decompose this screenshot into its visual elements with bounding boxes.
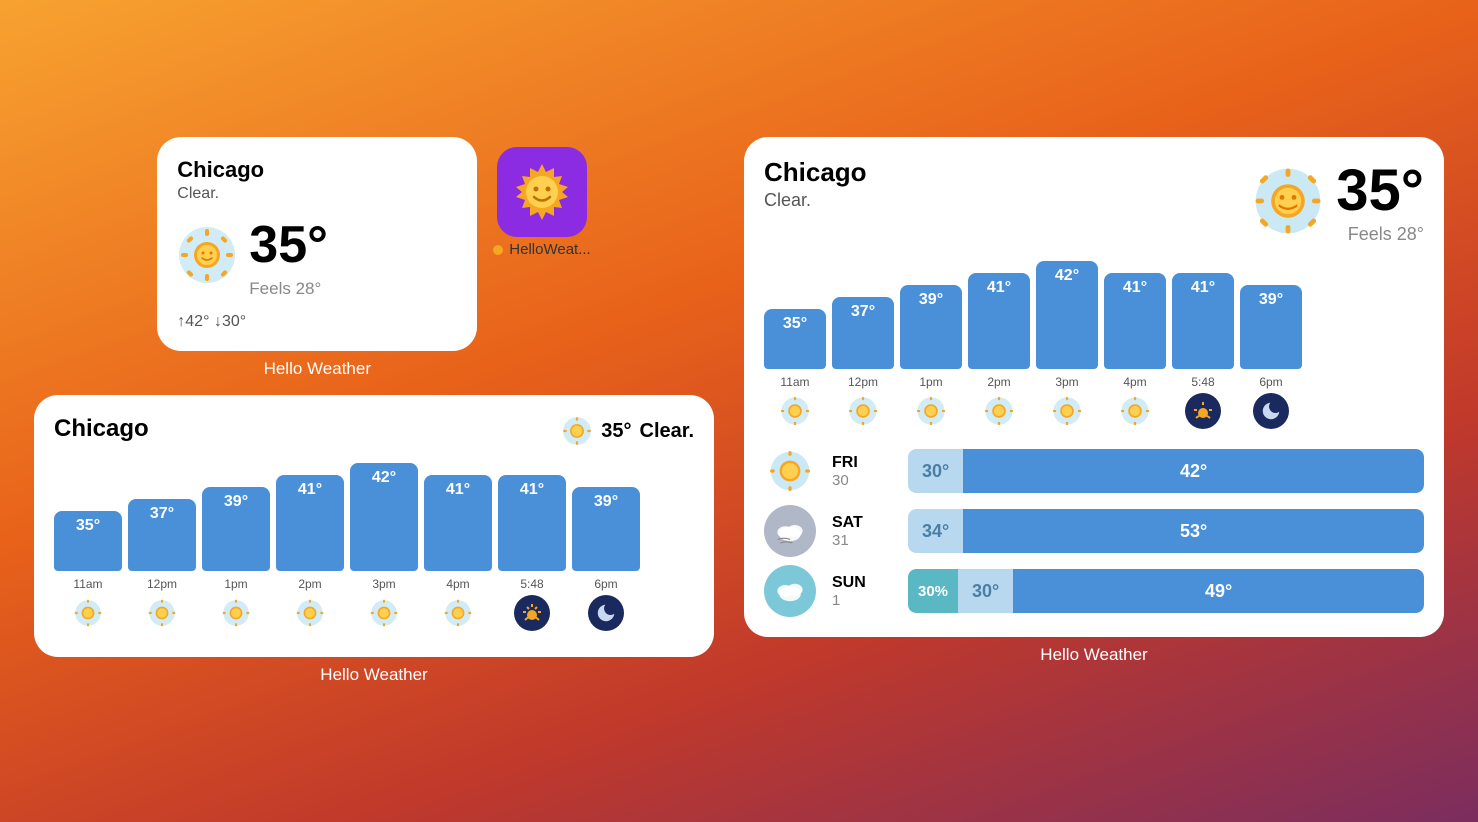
medium-widget-label: Hello Weather <box>320 665 427 685</box>
forecast-section: FRI 30 30° 42° <box>764 445 1424 617</box>
large-bar-548: 41° <box>1172 273 1234 369</box>
large-bar-6pm: 39° <box>1240 285 1302 369</box>
large-widget-label: Hello Weather <box>1040 645 1147 665</box>
large-icon-moon <box>1253 393 1289 429</box>
large-bar-4pm: 41° <box>1104 273 1166 369</box>
large-bar-12pm: 37° <box>832 297 894 369</box>
medium-city-name: Chicago <box>54 415 149 443</box>
bar-12pm: 37° <box>128 499 196 571</box>
medium-widget-card: Chicago <box>34 395 714 657</box>
forecast-sat-bar: 34° 53° <box>908 509 1424 553</box>
forecast-sun-bar: 30% 30° 49° <box>908 569 1424 613</box>
large-header-right: 35° Feels 28° <box>1252 157 1424 245</box>
large-icon-sunset <box>1185 393 1221 429</box>
forecast-sat-icon <box>764 505 816 557</box>
forecast-fri: FRI 30 30° 42° <box>764 445 1424 497</box>
forecast-sat-high: 53° <box>963 509 1424 553</box>
large-bar-chart: 35° 11am 37° 12pm 39° 1pm <box>764 261 1424 429</box>
small-temp: 35° <box>249 215 328 275</box>
medium-weather-widget: Chicago <box>34 395 714 685</box>
small-widget-label: Hello Weather <box>264 359 371 379</box>
large-widget-card: Chicago Clear. <box>744 137 1444 637</box>
icon-sunset <box>514 595 550 631</box>
forecast-sat-low: 34° <box>908 509 963 553</box>
bar-6pm: 39° <box>572 487 640 571</box>
large-icon-1pm <box>913 393 949 429</box>
large-icon-12pm <box>845 393 881 429</box>
medium-bar-chart: 35° 11am 37° 12pm <box>54 463 694 631</box>
large-bar-2pm: 41° <box>968 273 1030 369</box>
large-bar-3pm: 42° <box>1036 261 1098 369</box>
medium-header-right: 35° Clear. <box>561 415 694 447</box>
small-weather-widget: Chicago Clear. <box>157 137 477 379</box>
icon-12pm <box>144 595 180 631</box>
right-column: Chicago Clear. <box>744 137 1444 665</box>
forecast-fri-icon <box>764 445 816 497</box>
icon-moon <box>588 595 624 631</box>
left-column: Chicago Clear. <box>34 137 714 685</box>
forecast-sun-day: SUN 1 <box>832 574 892 609</box>
app-name-label: HelloWeat... <box>509 241 590 258</box>
bar-11am: 35° <box>54 511 122 571</box>
app-dot <box>493 245 503 255</box>
icon-2pm <box>292 595 328 631</box>
small-feels: Feels 28° <box>249 279 328 299</box>
forecast-sat-day: SAT 31 <box>832 514 892 549</box>
bar-548: 41° <box>498 475 566 571</box>
forecast-sun-precip: 30% <box>908 569 958 613</box>
app-icon-section: HelloWeat... <box>493 147 590 258</box>
small-widget-card: Chicago Clear. <box>157 137 477 351</box>
icon-1pm <box>218 595 254 631</box>
bar-1pm: 39° <box>202 487 270 571</box>
forecast-sun: SUN 1 30% 30° 49° <box>764 565 1424 617</box>
main-layout: Chicago Clear. <box>14 117 1464 705</box>
large-icon-4pm <box>1117 393 1153 429</box>
icon-11am <box>70 595 106 631</box>
forecast-sun-high: 49° <box>1013 569 1424 613</box>
large-icon-11am <box>777 393 813 429</box>
large-condition: Clear. <box>764 190 867 211</box>
large-city-name: Chicago <box>764 157 867 188</box>
small-hilo: ↑42° ↓30° <box>177 313 457 331</box>
large-temp: 35° <box>1336 157 1424 224</box>
icon-3pm <box>366 595 402 631</box>
bar-4pm: 41° <box>424 475 492 571</box>
icon-4pm <box>440 595 476 631</box>
large-icon-3pm <box>1049 393 1085 429</box>
forecast-fri-high: 42° <box>963 449 1424 493</box>
app-name-row: HelloWeat... <box>493 241 590 258</box>
bar-2pm: 41° <box>276 475 344 571</box>
bar-3pm: 42° <box>350 463 418 571</box>
app-icon[interactable] <box>497 147 587 237</box>
forecast-sat: SAT 31 34° 53° <box>764 505 1424 557</box>
forecast-sun-low: 30° <box>958 569 1013 613</box>
small-city-name: Chicago <box>177 157 457 183</box>
forecast-fri-low: 30° <box>908 449 963 493</box>
forecast-fri-bar: 30° 42° <box>908 449 1424 493</box>
large-bar-11am: 35° <box>764 309 826 369</box>
small-condition: Clear. <box>177 185 457 203</box>
large-feels: Feels 28° <box>1348 224 1424 245</box>
small-sun-icon <box>177 225 237 290</box>
forecast-sun-icon <box>764 565 816 617</box>
large-icon-2pm <box>981 393 1017 429</box>
forecast-fri-day: FRI 30 <box>832 454 892 489</box>
large-bar-1pm: 39° <box>900 285 962 369</box>
